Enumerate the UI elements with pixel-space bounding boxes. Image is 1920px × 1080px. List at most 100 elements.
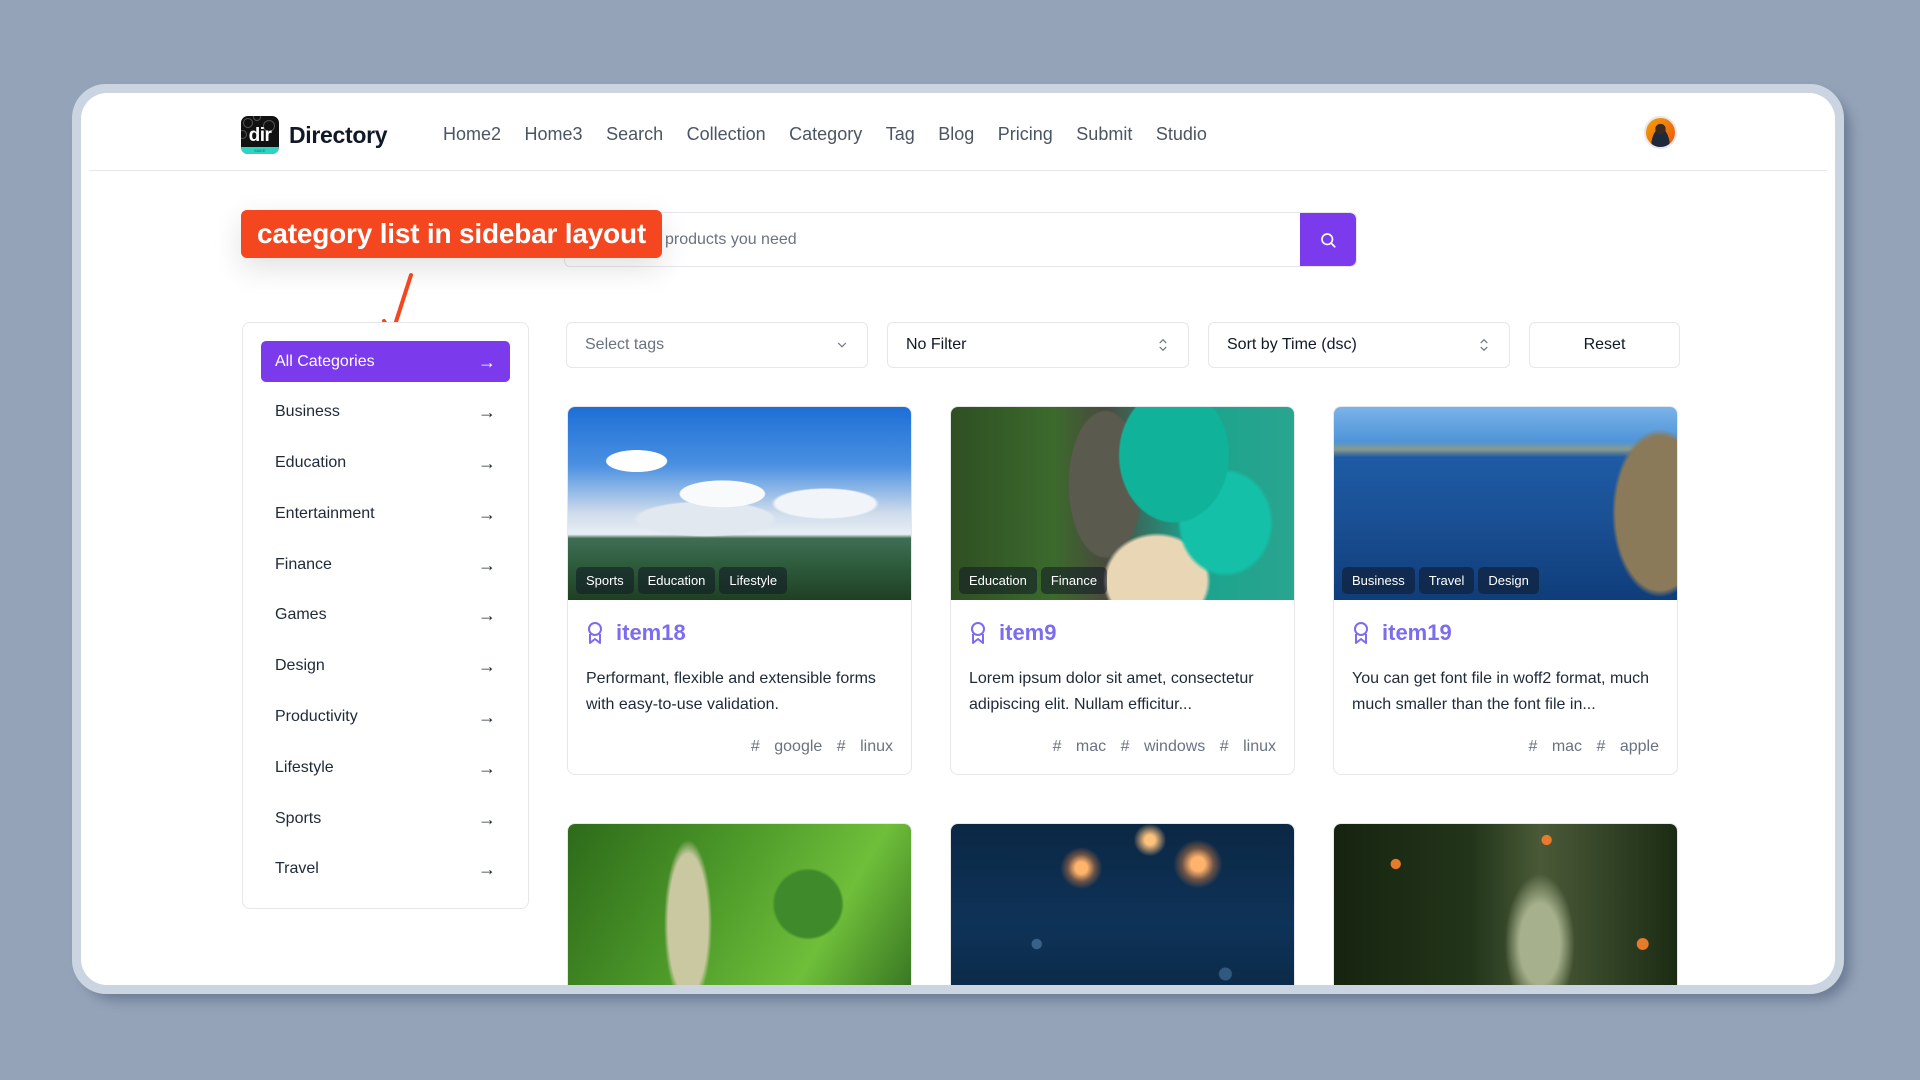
- search-button[interactable]: [1300, 213, 1356, 266]
- tag-link[interactable]: # apple: [1597, 738, 1660, 755]
- award-icon: [1354, 622, 1368, 644]
- category-item-productivity[interactable]: Productivity →: [261, 697, 510, 738]
- category-item-games[interactable]: Games →: [261, 595, 510, 636]
- browser-window: dir MAKE Directory Home2 Home3 Search Co…: [81, 93, 1835, 985]
- category-badge[interactable]: Travel: [1418, 567, 1475, 594]
- search-input[interactable]: [565, 213, 1300, 266]
- card-image-mountain: Sports Education Lifestyle: [568, 407, 911, 600]
- arrow-right-icon: →: [478, 554, 496, 575]
- tags-select-placeholder: Select tags: [585, 336, 665, 353]
- category-item-sports[interactable]: Sports →: [261, 798, 510, 839]
- nav-item-search[interactable]: Search: [606, 121, 663, 147]
- arrow-right-icon: →: [478, 757, 496, 778]
- arrow-right-icon: →: [478, 656, 496, 677]
- category-item-finance[interactable]: Finance →: [261, 544, 510, 585]
- arrow-right-icon: →: [478, 808, 496, 829]
- sort-select-value: Sort by Time (dsc): [1227, 336, 1357, 353]
- card-description: Lorem ipsum dolor sit amet, consectetur …: [969, 670, 1254, 713]
- category-label: Sports: [275, 809, 322, 827]
- tags-select[interactable]: Select tags: [566, 322, 868, 368]
- category-item-travel[interactable]: Travel →: [261, 849, 510, 890]
- nav-item-blog[interactable]: Blog: [938, 121, 974, 147]
- card-title-text: item19: [1382, 620, 1452, 645]
- card-title[interactable]: item9: [969, 620, 1276, 646]
- arrow-right-icon: →: [478, 707, 496, 728]
- tag-link[interactable]: # mac: [1053, 738, 1107, 755]
- tag-link[interactable]: # linux: [837, 738, 893, 755]
- annotation-label: category list in sidebar layout: [241, 210, 663, 258]
- chevron-down-icon: [837, 342, 847, 348]
- nav-item-home2[interactable]: Home2: [443, 121, 501, 147]
- card-tags: # mac # apple: [1352, 738, 1659, 756]
- filter-bar: Select tags No Filter Sort by Time (dsc)…: [566, 322, 1680, 368]
- item-card[interactable]: Education Finance item9 Lorem ipsum dolo…: [950, 406, 1295, 775]
- tag-link[interactable]: # windows: [1121, 738, 1206, 755]
- card-description: You can get font file in woff2 format, m…: [1352, 670, 1650, 713]
- item-card[interactable]: Business Travel Design item19 You can ge…: [1333, 406, 1678, 775]
- category-badge[interactable]: Education: [637, 567, 716, 594]
- category-badge[interactable]: Lifestyle: [719, 567, 788, 594]
- site-name: Directory: [289, 121, 388, 148]
- category-item-all[interactable]: All Categories →: [261, 341, 510, 382]
- category-item-design[interactable]: Design →: [261, 646, 510, 687]
- item-card[interactable]: [950, 823, 1295, 985]
- arrow-right-icon: →: [478, 503, 496, 524]
- site-header: dir MAKE Directory Home2 Home3 Search Co…: [81, 93, 1835, 171]
- nav-item-collection[interactable]: Collection: [687, 121, 766, 147]
- arrow-right-icon: →: [478, 453, 496, 474]
- category-item-lifestyle[interactable]: Lifestyle →: [261, 747, 510, 788]
- card-tags: # mac # windows # linux: [969, 738, 1276, 756]
- sort-select[interactable]: Sort by Time (dsc): [1208, 322, 1510, 368]
- card-title[interactable]: item18: [586, 620, 893, 646]
- reset-button[interactable]: Reset: [1529, 322, 1680, 368]
- category-label: All Categories: [275, 352, 375, 370]
- filter-select-value: No Filter: [906, 336, 967, 353]
- category-label: Games: [275, 606, 327, 624]
- filter-select[interactable]: No Filter: [887, 322, 1189, 368]
- category-label: Lifestyle: [275, 758, 334, 776]
- arrow-right-icon: →: [478, 859, 496, 880]
- logo-mark-text: dir: [248, 125, 272, 146]
- category-item-entertainment[interactable]: Entertainment →: [261, 493, 510, 534]
- category-label: Finance: [275, 555, 332, 573]
- category-badge[interactable]: Sports: [576, 567, 634, 594]
- category-badge[interactable]: Education: [959, 567, 1037, 594]
- chevron-up-down-icon: [1480, 338, 1488, 352]
- tag-link[interactable]: # google: [751, 738, 822, 755]
- category-label: Productivity: [275, 708, 358, 726]
- main-nav: Home2 Home3 Search Collection Category T…: [443, 121, 1230, 147]
- nav-item-tag[interactable]: Tag: [886, 121, 915, 147]
- card-title[interactable]: item19: [1352, 620, 1659, 646]
- user-avatar[interactable]: [1644, 116, 1677, 149]
- award-icon: [971, 622, 985, 644]
- tag-link[interactable]: # linux: [1220, 738, 1276, 755]
- category-label: Education: [275, 454, 347, 472]
- item-card[interactable]: [1333, 823, 1678, 985]
- nav-item-pricing[interactable]: Pricing: [998, 121, 1053, 147]
- category-item-business[interactable]: Business →: [261, 392, 510, 433]
- logo[interactable]: dir MAKE Directory: [241, 116, 388, 154]
- category-label: Travel: [275, 860, 319, 878]
- category-badge[interactable]: Finance: [1040, 567, 1108, 594]
- category-label: Entertainment: [275, 504, 375, 522]
- tag-link[interactable]: # mac: [1528, 738, 1582, 755]
- card-image-beach: Education Finance: [951, 407, 1294, 600]
- item-card[interactable]: [567, 823, 912, 985]
- arrow-right-icon: →: [478, 351, 496, 372]
- category-badge[interactable]: Design: [1478, 567, 1539, 594]
- card-image-field: [568, 824, 911, 985]
- logo-mark-strip: MAKE: [241, 147, 279, 154]
- chevron-up-down-icon: [1159, 338, 1167, 352]
- nav-item-home3[interactable]: Home3: [525, 121, 583, 147]
- card-title-text: item18: [616, 620, 686, 645]
- nav-item-studio[interactable]: Studio: [1156, 121, 1207, 147]
- card-categories: Sports Education Lifestyle: [576, 567, 788, 594]
- category-label: Business: [275, 403, 340, 421]
- card-description: Performant, flexible and extensible form…: [586, 670, 876, 713]
- nav-item-submit[interactable]: Submit: [1076, 121, 1132, 147]
- item-card[interactable]: Sports Education Lifestyle item18 Perfor…: [567, 406, 912, 775]
- search-icon: [1321, 232, 1336, 248]
- nav-item-category[interactable]: Category: [789, 121, 862, 147]
- category-badge[interactable]: Business: [1342, 567, 1415, 594]
- category-item-education[interactable]: Education →: [261, 443, 510, 484]
